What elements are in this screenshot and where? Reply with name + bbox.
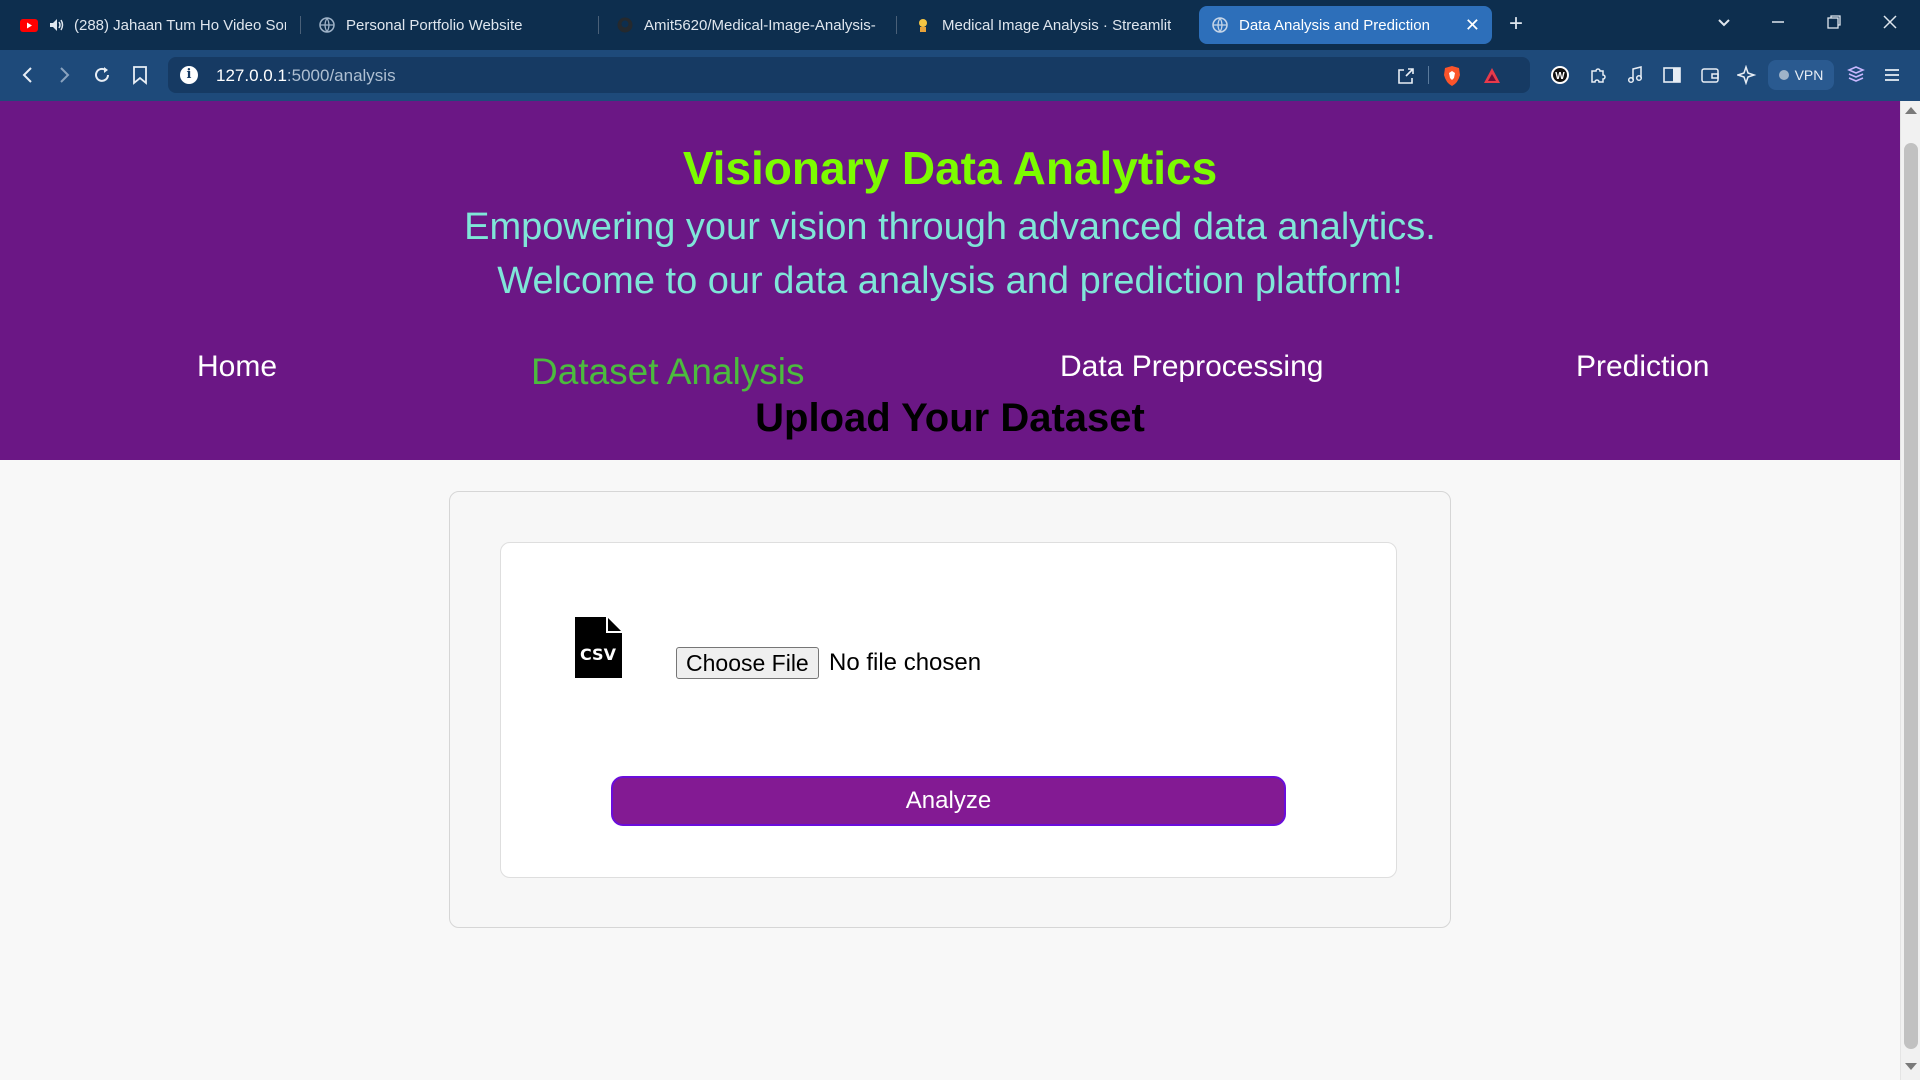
nav-dataset-analysis-link[interactable]: Dataset Analysis [531,351,805,393]
tagline: Empowering your vision through advanced … [464,206,1436,248]
svg-text:CSV: CSV [580,645,617,664]
vpn-button[interactable]: VPN [1768,60,1834,90]
tab-separator [598,16,599,34]
nav-home-link[interactable]: Home [197,350,277,384]
scroll-up-arrow-icon[interactable] [1905,107,1917,114]
csv-file-icon: CSV [575,617,622,678]
scroll-thumb[interactable] [1904,143,1918,1049]
tab-separator [896,16,897,34]
globe-icon [318,16,336,34]
bookmark-icon[interactable] [128,63,152,87]
sidebar-icon[interactable] [1660,63,1684,87]
minimize-button[interactable] [1770,14,1786,34]
upload-form-card [500,542,1397,878]
wallet-extension-icon[interactable]: W [1548,63,1572,87]
extensions-puzzle-icon[interactable] [1586,63,1610,87]
wallet-icon[interactable] [1698,63,1722,87]
tab-data-analysis[interactable]: Data Analysis and Prediction ✕ [1199,6,1492,44]
menu-icon[interactable] [1880,63,1904,87]
streamlit-icon [914,16,932,34]
nav-data-preprocessing-link[interactable]: Data Preprocessing [1060,350,1323,384]
brave-shields-icon[interactable] [1441,65,1463,87]
youtube-icon [20,16,38,34]
tab-portfolio[interactable]: Personal Portfolio Website [306,6,596,44]
omnibox-divider [1428,66,1429,84]
analyze-button[interactable]: Analyze [611,776,1286,826]
upload-heading: Upload Your Dataset [755,396,1145,440]
page-scrollbar[interactable] [1900,101,1920,1080]
forward-icon[interactable] [52,63,76,87]
address-bar[interactable]: i 127.0.0.1:5000/analysis [168,57,1530,93]
tab-title: (288) Jahaan Tum Ho Video Son [74,16,286,34]
brave-news-icon[interactable] [1844,63,1868,87]
tab-youtube[interactable]: (288) Jahaan Tum Ho Video Son [8,6,298,44]
tab-title: Medical Image Analysis · Streamlit [942,16,1172,34]
tab-title: Data Analysis and Prediction [1239,16,1430,34]
close-tab-icon[interactable]: ✕ [1465,15,1480,36]
back-icon[interactable] [16,63,40,87]
tab-title: Amit5620/Medical-Image-Analysis- [644,16,876,34]
speaker-icon[interactable] [48,16,66,34]
tab-streamlit[interactable]: Medical Image Analysis · Streamlit [902,6,1192,44]
url-text[interactable]: 127.0.0.1:5000/analysis [216,66,396,86]
site-brand-title: Visionary Data Analytics [682,142,1218,194]
site-info-icon[interactable]: i [180,66,198,84]
tab-title: Personal Portfolio Website [346,16,523,34]
close-window-button[interactable] [1882,14,1898,34]
brave-rewards-icon[interactable] [1481,65,1503,87]
browser-toolbar: i 127.0.0.1:5000/analysis W VPN [0,50,1920,101]
restore-button[interactable] [1826,14,1842,34]
tab-bar: (288) Jahaan Tum Ho Video Son Personal P… [0,0,1920,50]
leo-ai-icon[interactable] [1735,63,1759,87]
welcome-text: Welcome to our data analysis and predict… [497,260,1403,302]
music-icon[interactable] [1623,63,1647,87]
scroll-down-arrow-icon[interactable] [1905,1063,1917,1070]
tab-search-chevron-icon[interactable] [1716,14,1732,34]
github-icon [616,16,634,34]
nav-prediction-link[interactable]: Prediction [1576,350,1709,384]
choose-file-button[interactable]: Choose File [676,647,819,679]
reload-icon[interactable] [90,63,114,87]
file-status-text: No file chosen [829,649,982,676]
tab-separator [300,16,301,34]
new-tab-button[interactable]: + [1509,12,1523,36]
share-icon[interactable] [1395,65,1417,87]
vpn-status-icon [1778,70,1789,80]
svg-text:W: W [1555,71,1565,82]
tab-github[interactable]: Amit5620/Medical-Image-Analysis- [604,6,894,44]
globe-icon [1211,16,1229,34]
